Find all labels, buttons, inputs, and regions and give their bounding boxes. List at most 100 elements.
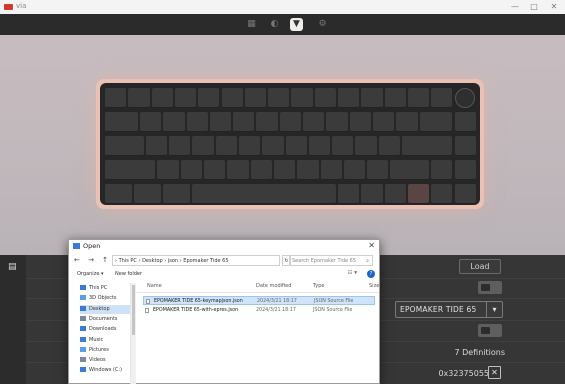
keycap[interactable] [320,160,342,180]
keycap[interactable] [332,136,354,156]
nav-scrollbar[interactable] [131,283,136,384]
column-header-date[interactable]: Date modified [256,283,291,289]
keycap[interactable] [233,112,255,132]
keycap[interactable] [105,112,138,132]
keycap[interactable] [361,88,383,108]
nav-item[interactable]: Desktop [80,304,130,314]
keycap[interactable] [198,88,220,108]
keycap[interactable] [128,88,150,108]
keyboard-icon[interactable]: ▦ [245,18,258,31]
keycap[interactable] [192,184,336,204]
load-draft-definition-button[interactable]: Load [459,259,501,274]
keycap[interactable] [262,136,284,156]
keycap[interactable] [402,136,453,156]
keycap[interactable] [268,88,290,108]
nav-item[interactable]: Music [80,336,130,345]
keycap[interactable] [343,160,366,180]
search-input[interactable]: Search Epomaker Tide 65 ⌕ [289,255,373,266]
keycap[interactable] [174,88,197,108]
keycap[interactable] [454,160,476,180]
address-bar[interactable]: › This PC › Desktop › json › Epomaker Ti… [112,255,280,266]
maximize-button[interactable]: □ [527,1,541,13]
keycap[interactable] [431,160,453,180]
remove-definition-button[interactable]: ✕ [488,366,501,379]
keycap[interactable] [238,136,261,156]
keycap[interactable] [454,136,476,156]
keycap[interactable] [326,112,348,132]
keycap[interactable] [454,112,476,132]
help-icon[interactable]: ? [367,270,375,278]
keycap[interactable] [192,136,214,156]
keycap[interactable] [256,112,278,132]
keycap[interactable] [396,112,418,132]
keycap[interactable] [285,136,307,156]
show-matrix-toggle[interactable] [478,324,502,337]
keycap[interactable] [431,184,453,204]
keycap[interactable] [244,88,267,108]
keycap[interactable] [303,112,325,132]
minimize-button[interactable]: — [508,1,522,13]
column-header-type[interactable]: Type [313,283,324,289]
keycap[interactable] [338,184,360,204]
nav-item[interactable]: This PC [80,284,130,293]
keycap[interactable] [250,160,272,180]
keycap[interactable] [279,112,302,132]
nav-item[interactable]: Downloads [80,325,130,334]
keycap[interactable] [105,184,133,204]
keycap[interactable] [139,112,162,132]
keycap[interactable] [372,112,395,132]
nav-item[interactable]: Documents [80,315,130,324]
keycap[interactable] [419,112,453,132]
nav-item[interactable]: Videos [80,356,130,365]
view-options-icon[interactable]: ☷ ▾ [348,270,357,276]
nav-item[interactable]: Windows (C:) [80,366,130,375]
close-window-button[interactable]: ✕ [547,1,561,13]
file-row[interactable]: EPOMAKER TIDE 65-keymapjson.json 2024/3/2… [143,296,375,305]
keycap[interactable] [186,112,208,132]
organize-button[interactable]: Organize ▾ [77,271,104,277]
column-header-name[interactable]: Name [147,283,162,289]
nav-item[interactable]: Pictures [80,346,130,355]
keycap[interactable] [163,112,185,132]
design-icon[interactable]: ▼ [290,18,303,31]
keycap[interactable] [384,88,406,108]
keycap[interactable] [384,184,406,204]
keycap[interactable] [338,88,360,108]
keycap[interactable] [151,88,173,108]
keycap[interactable] [273,160,296,180]
upload-icon[interactable]: ▤ [8,262,18,272]
keycap[interactable] [105,160,156,180]
use-v2-definitions-toggle[interactable] [478,281,502,294]
keycap[interactable] [407,184,430,204]
column-header-size[interactable]: Size [369,283,379,289]
keycap[interactable] [105,136,144,156]
keycap[interactable] [227,160,249,180]
keycap[interactable] [355,136,377,156]
keycap[interactable] [291,88,313,108]
keyboard-definition-select[interactable]: EPOMAKER TIDE 65 ▾ [395,301,503,318]
keycap[interactable] [314,88,336,108]
gear-icon[interactable]: ⚙ [316,18,329,31]
keycap[interactable] [297,160,319,180]
keycap[interactable] [361,184,383,204]
keycap[interactable] [221,88,243,108]
keycap[interactable] [454,184,476,204]
keycap[interactable] [349,112,371,132]
keycap[interactable] [407,88,430,108]
keycap[interactable] [145,136,168,156]
keycap[interactable] [308,136,331,156]
keycap[interactable] [209,112,232,132]
keycap[interactable] [431,88,453,108]
keycap[interactable] [157,160,179,180]
keycap[interactable] [215,136,237,156]
new-folder-button[interactable]: New folder [115,271,142,277]
keycap[interactable] [390,160,430,180]
keycap[interactable] [163,184,191,204]
rotary-knob[interactable] [454,88,475,108]
keycap[interactable] [378,136,401,156]
brush-icon[interactable]: ◐ [268,18,281,31]
close-icon[interactable]: ✕ [368,241,375,250]
navigation-arrows[interactable]: ← → ↑ [74,256,111,264]
keycap[interactable] [367,160,389,180]
file-row[interactable]: EPOMAKER TIDE 65-with-epres.json 2024/3/2… [143,306,375,315]
